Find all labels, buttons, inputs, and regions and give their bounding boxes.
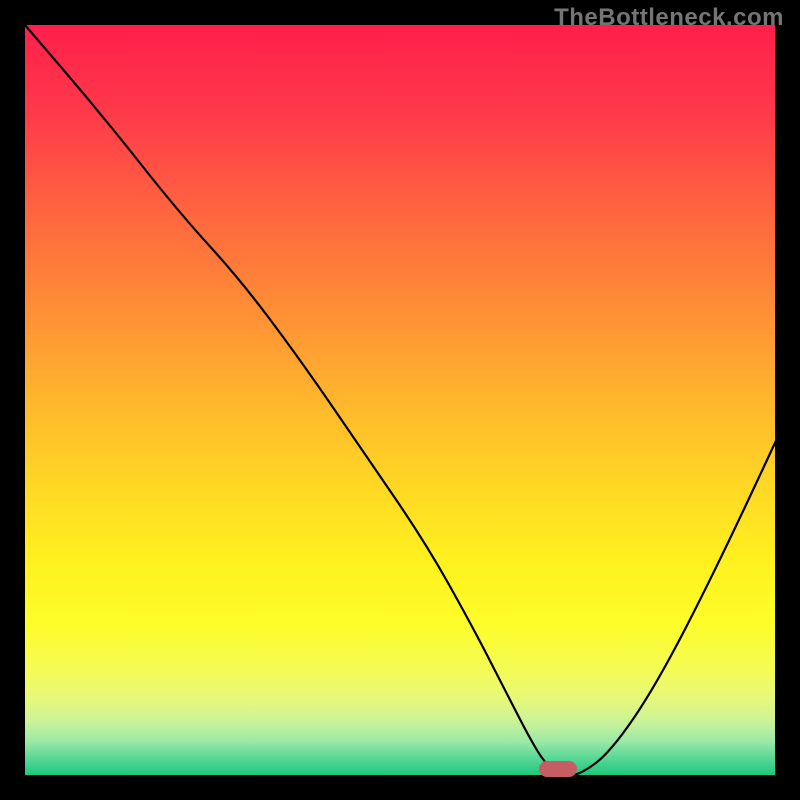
chart-stage: TheBottleneck.com bbox=[0, 0, 800, 800]
optimal-marker bbox=[539, 761, 577, 777]
plot-area bbox=[25, 25, 775, 775]
curve-path bbox=[25, 25, 775, 775]
bottleneck-curve bbox=[25, 25, 775, 775]
